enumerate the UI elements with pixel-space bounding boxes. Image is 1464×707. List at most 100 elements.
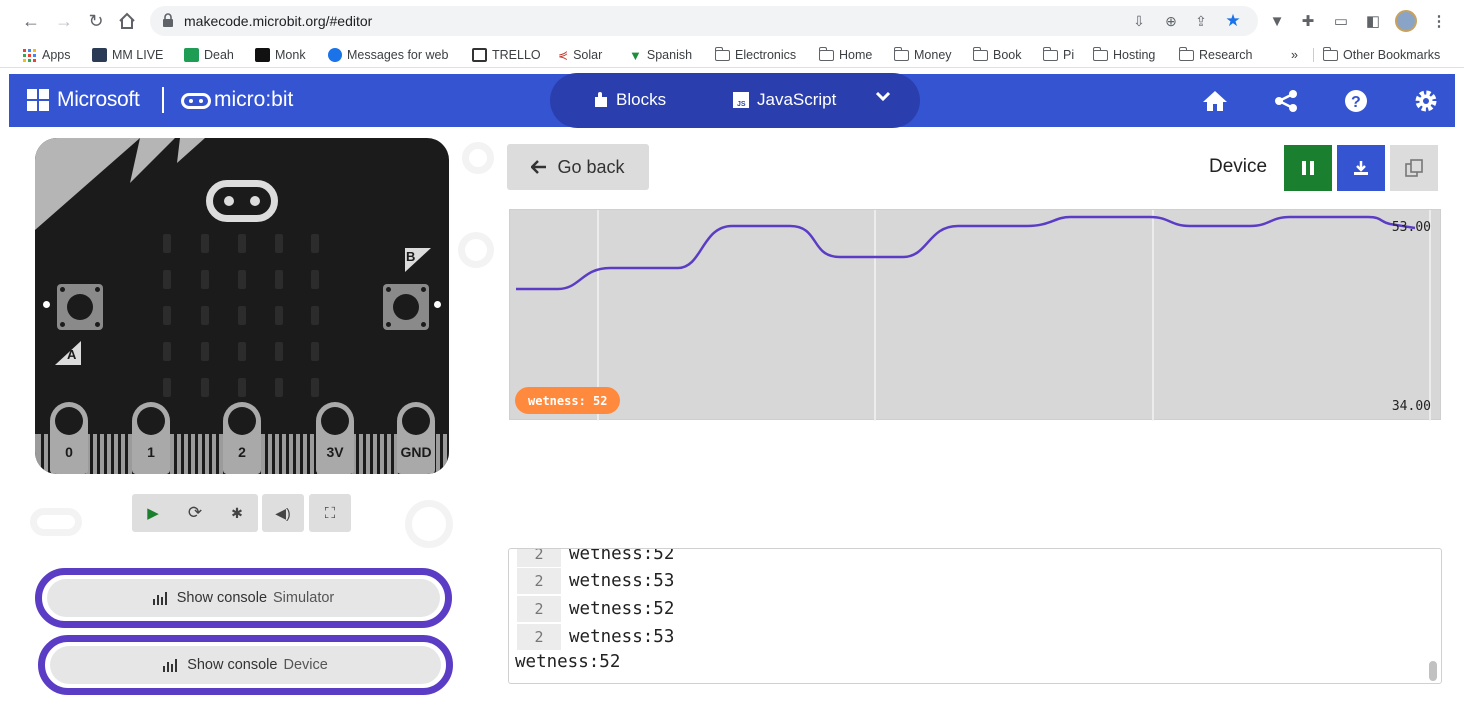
folder-icon	[818, 46, 834, 61]
led[interactable]	[275, 270, 283, 289]
settings-button[interactable]	[1412, 87, 1440, 115]
console-scrollbar[interactable]	[1429, 661, 1437, 681]
home-button[interactable]	[1201, 87, 1229, 115]
pin-0[interactable]: 0	[50, 402, 88, 474]
led[interactable]	[201, 270, 209, 289]
side-panel-icon[interactable]: ◧	[1364, 12, 1382, 30]
led[interactable]	[275, 342, 283, 361]
led[interactable]	[201, 378, 209, 397]
profile-avatar[interactable]	[1395, 10, 1417, 32]
go-back-button[interactable]: Go back	[507, 144, 649, 190]
tab-javascript[interactable]: JS JavaScript	[733, 88, 836, 112]
led[interactable]	[275, 234, 283, 253]
button-a[interactable]	[57, 284, 103, 330]
restart-button[interactable]: ⟳	[174, 494, 216, 532]
microbit-logo-icon[interactable]	[181, 93, 211, 109]
copy-button[interactable]	[1390, 145, 1438, 191]
fullscreen-button[interactable]: ⛶	[309, 494, 351, 532]
led[interactable]	[311, 342, 319, 361]
edge-stripe	[447, 434, 449, 474]
led[interactable]	[311, 306, 319, 325]
bookmark-solar[interactable]: ⋞ Solar	[558, 46, 602, 64]
play-button[interactable]: ▶	[132, 494, 174, 532]
pin-3v[interactable]: 3V	[316, 402, 354, 474]
led[interactable]	[201, 234, 209, 253]
tab-blocks[interactable]: Blocks	[594, 88, 666, 112]
url-text[interactable]: makecode.microbit.org/#editor	[184, 13, 372, 29]
pin-gnd[interactable]: GND	[397, 402, 435, 474]
led[interactable]	[163, 378, 171, 397]
led[interactable]	[311, 270, 319, 289]
microbit-label[interactable]: micro:bit	[214, 88, 293, 112]
pin-2[interactable]: 2	[223, 402, 261, 474]
bookmark-home[interactable]: Home	[818, 46, 872, 64]
led[interactable]	[163, 234, 171, 253]
led[interactable]	[238, 378, 246, 397]
button-a-indicator	[43, 301, 50, 308]
led[interactable]	[275, 306, 283, 325]
edge-stripe	[209, 434, 212, 474]
download-data-button[interactable]	[1337, 145, 1385, 191]
led[interactable]	[163, 342, 171, 361]
reload-icon[interactable]: ↻	[85, 10, 107, 32]
bookmark-electronics[interactable]: Electronics	[714, 46, 796, 64]
bookmark-messages[interactable]: Messages for web	[328, 46, 448, 64]
show-console-simulator-button[interactable]: Show console Simulator	[35, 568, 452, 628]
debug-button[interactable]: ✱	[216, 494, 258, 532]
bookmark-star-icon[interactable]: ★	[1224, 11, 1242, 30]
show-console-device-button[interactable]: Show console Device	[38, 635, 453, 695]
more-menu-icon[interactable]: ⋮	[1430, 12, 1448, 30]
home-icon[interactable]	[116, 10, 138, 32]
bookmarks-overflow[interactable]: »	[1291, 46, 1298, 64]
bookmark-money[interactable]: Money	[893, 46, 952, 64]
help-button[interactable]: ?	[1342, 87, 1370, 115]
bookmark-monk[interactable]: Monk	[255, 46, 306, 64]
zoom-icon[interactable]: ⊕	[1162, 12, 1180, 30]
bookmark-hosting[interactable]: Hosting	[1092, 46, 1155, 64]
edge-stripe	[384, 434, 387, 474]
back-arrow-icon[interactable]: ←	[20, 10, 42, 32]
chevron-down-icon[interactable]	[875, 89, 891, 107]
led[interactable]	[311, 234, 319, 253]
mute-button[interactable]: ◀)	[262, 494, 304, 532]
bookmark-deah[interactable]: Deah	[184, 46, 234, 64]
share-button[interactable]	[1272, 87, 1300, 115]
bookmark-book[interactable]: Book	[972, 46, 1022, 64]
address-bar[interactable]: makecode.microbit.org/#editor ⇩ ⊕ ⇪ ★	[150, 6, 1258, 36]
extensions-puzzle-icon[interactable]: ✚	[1299, 12, 1317, 30]
button-b[interactable]	[383, 284, 429, 330]
install-icon[interactable]: ⇩	[1130, 12, 1148, 30]
led[interactable]	[311, 378, 319, 397]
pin-1[interactable]: 1	[132, 402, 170, 474]
forward-arrow-icon[interactable]: →	[53, 10, 75, 32]
lock-icon[interactable]	[162, 13, 174, 33]
led[interactable]	[163, 306, 171, 325]
bookmark-mm-live[interactable]: MM LIVE	[92, 46, 163, 64]
led[interactable]	[238, 342, 246, 361]
led[interactable]	[238, 234, 246, 253]
pause-button[interactable]	[1284, 145, 1332, 191]
serial-console[interactable]: 2 wetness:52 2 wetness:53 2 wetness:52 2…	[508, 548, 1442, 684]
bookmark-spanish[interactable]: ▼ Spanish	[629, 46, 692, 64]
led[interactable]	[238, 306, 246, 325]
microbit-simulator[interactable]: A B 0 1 2 3V GND	[35, 138, 449, 474]
edge-stripe	[90, 434, 93, 474]
bookmark-other[interactable]: Other Bookmarks	[1322, 46, 1440, 64]
share-icon[interactable]: ⇪	[1192, 12, 1210, 30]
edge-stripe	[272, 434, 275, 474]
arrow-left-icon	[531, 160, 547, 174]
cast-icon[interactable]: ▭	[1332, 12, 1350, 30]
bookmark-pi[interactable]: Pi	[1042, 46, 1074, 64]
bookmark-apps[interactable]: Apps	[22, 46, 71, 64]
led[interactable]	[275, 378, 283, 397]
led[interactable]	[201, 342, 209, 361]
led[interactable]	[201, 306, 209, 325]
microbit-face-logo[interactable]	[206, 180, 278, 222]
led[interactable]	[238, 270, 246, 289]
microsoft-logo-icon[interactable]	[27, 89, 49, 111]
vuetify-extension-icon[interactable]: ▼	[1268, 12, 1286, 30]
led[interactable]	[163, 270, 171, 289]
bookmark-research[interactable]: Research	[1178, 46, 1253, 64]
microsoft-label[interactable]: Microsoft	[57, 88, 140, 112]
bookmark-trello[interactable]: TRELLO	[472, 46, 541, 64]
